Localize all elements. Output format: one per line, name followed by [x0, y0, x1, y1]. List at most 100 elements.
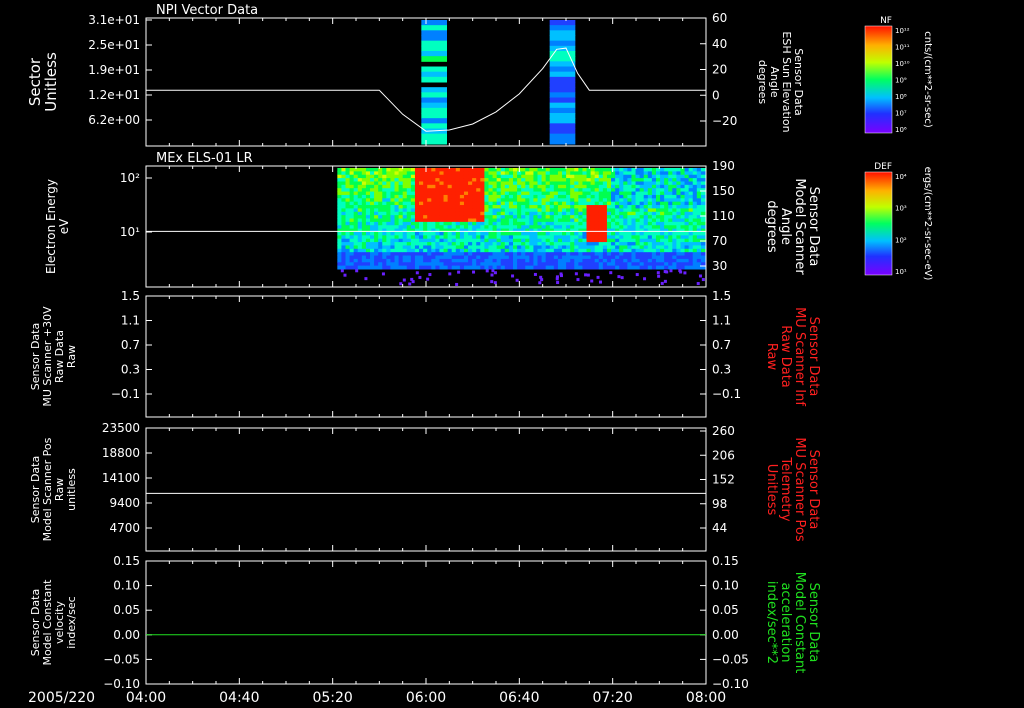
heat-cell	[463, 221, 469, 226]
heat-cell	[606, 255, 612, 260]
heat-cell	[553, 184, 559, 189]
heat-cell	[594, 242, 600, 246]
y-tick-label-left: 10¹	[120, 225, 140, 239]
heat-cell	[421, 71, 447, 78]
heat-cell	[423, 208, 428, 213]
heat-cell	[549, 188, 555, 193]
heat-cell	[378, 265, 383, 270]
heat-cell	[631, 225, 637, 230]
heat-cell	[378, 252, 383, 257]
heat-cell	[655, 211, 661, 216]
heat-cell	[517, 211, 522, 216]
heat-cell	[512, 171, 518, 176]
heat-cell	[651, 198, 657, 203]
heat-cell	[370, 201, 375, 206]
heat-cell	[586, 231, 592, 236]
heat-cell	[545, 245, 551, 250]
heat-cell	[451, 248, 457, 253]
heat-cell	[455, 201, 461, 206]
heat-cell	[574, 211, 579, 216]
heat-cell	[553, 245, 559, 250]
heat-cell	[651, 258, 657, 263]
heat-cell	[586, 171, 592, 176]
heat-cell	[365, 168, 371, 172]
heat-cell	[394, 245, 400, 250]
heat-cell	[345, 184, 351, 189]
heat-cell	[443, 258, 449, 263]
heat-cell	[521, 262, 526, 267]
heat-cell	[668, 225, 673, 230]
heat-cell	[468, 174, 473, 179]
heat-cell	[692, 198, 698, 203]
heat-cell	[508, 258, 514, 263]
heat-cell	[394, 262, 400, 267]
heat-cell	[557, 198, 563, 203]
heat-cell	[398, 198, 404, 203]
heat-cell	[529, 248, 534, 253]
heat-cell	[696, 181, 702, 186]
heat-cell	[455, 181, 461, 186]
heat-cell	[537, 215, 543, 219]
heat-cell	[521, 211, 526, 216]
heat-cell	[574, 171, 579, 176]
heat-cell	[357, 178, 363, 182]
heat-cell	[390, 191, 396, 196]
heat-cell	[480, 225, 485, 230]
heat-cell	[378, 238, 383, 243]
heat-cell	[696, 198, 702, 203]
heat-cell	[660, 174, 665, 179]
heat-cell	[443, 205, 449, 209]
heat-cell	[525, 221, 530, 226]
heat-cell	[398, 208, 404, 213]
heat-cell	[562, 258, 567, 263]
heat-cell	[472, 218, 477, 223]
heat-cell	[361, 248, 367, 253]
heat-cell	[553, 225, 559, 230]
heat-cell	[602, 242, 608, 246]
heat-cell	[439, 265, 445, 270]
heat-cell	[700, 245, 706, 250]
heat-cell	[574, 238, 579, 243]
heat-cell	[394, 208, 400, 213]
heat-cell	[672, 178, 677, 182]
heat-cell	[500, 201, 506, 206]
heat-cell	[394, 201, 400, 206]
heat-cell	[611, 184, 616, 189]
heat-cell	[623, 258, 628, 263]
heat-cell	[390, 198, 396, 203]
heat-cell	[394, 205, 400, 209]
heat-cell	[476, 181, 481, 186]
heat-cell	[492, 225, 498, 230]
heat-cell	[345, 231, 351, 236]
heat-cell	[421, 51, 447, 57]
heat-cell	[349, 205, 355, 209]
heat-cell	[549, 113, 576, 119]
heat-cell	[455, 194, 461, 199]
heat-cell	[402, 168, 408, 172]
heat-cell	[349, 191, 355, 196]
heat-cell	[541, 265, 547, 270]
heat-cell	[639, 231, 645, 236]
heat-cell	[700, 242, 706, 246]
heat-cell	[500, 168, 506, 172]
heat-cell	[611, 255, 616, 260]
heat-cell	[455, 198, 461, 203]
heat-cell	[664, 218, 669, 223]
heat-cell	[562, 265, 567, 270]
heat-cell	[349, 245, 355, 250]
heat-cell	[651, 188, 657, 193]
heat-cell	[349, 221, 355, 226]
heat-cell	[549, 174, 555, 179]
heat-cell	[680, 171, 686, 176]
heat-cell	[590, 191, 596, 196]
heat-cell	[635, 194, 641, 199]
heat-cell	[627, 174, 632, 179]
heat-cell	[394, 184, 400, 189]
heat-cell	[688, 174, 694, 179]
heat-cell	[537, 221, 543, 226]
heat-cell	[394, 181, 400, 186]
heat-cell	[623, 242, 628, 246]
heat-cell	[480, 255, 485, 260]
heat-cell	[688, 235, 694, 240]
heat-cell	[606, 231, 612, 236]
